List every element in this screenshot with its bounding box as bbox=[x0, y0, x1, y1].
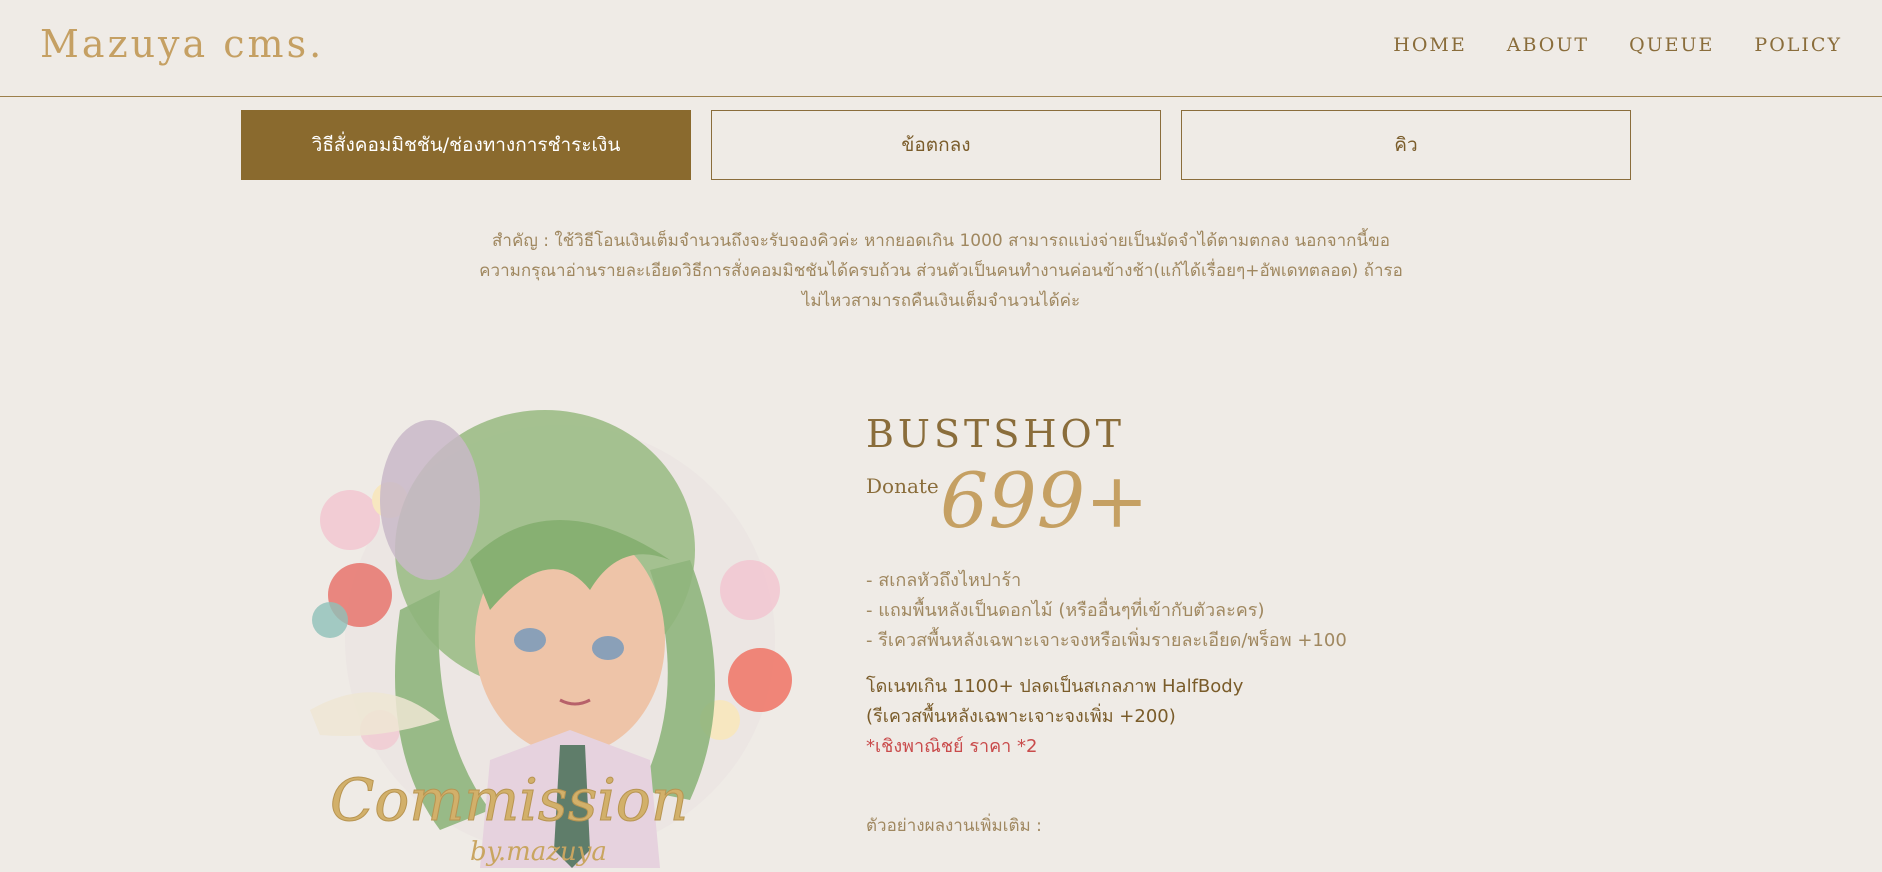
feature-item: - แถมพื้นหลังเป็นดอกไม้ (หรืออื่นๆที่เข้… bbox=[866, 600, 1265, 621]
site-logo[interactable]: Mazuya cms. bbox=[40, 22, 324, 66]
signature-subtext: by.mazuya bbox=[470, 837, 607, 867]
donate-label: Donate bbox=[866, 474, 939, 498]
product-price: 699+ bbox=[940, 456, 1149, 545]
important-notice: สำคัญ : ใช้วิธีโอนเงินเต็มจำนวนถึงจะรับจ… bbox=[441, 226, 1441, 316]
more-examples-label: ตัวอย่างผลงานเพิ่มเติม : bbox=[866, 816, 1042, 836]
tab-bar: วิธีสั่งคอมมิชชัน/ช่องทางการชำระเงิน ข้อ… bbox=[241, 110, 1631, 180]
signature-text: Commission bbox=[330, 766, 688, 834]
artwork-illustration: Commission by.mazuya bbox=[310, 410, 792, 868]
notice-line: ความกรุณาอ่านรายละเอียดวิธีการสั่งคอมมิช… bbox=[479, 261, 1403, 281]
nav-home[interactable]: HOME bbox=[1393, 34, 1466, 56]
nav-policy[interactable]: POLICY bbox=[1754, 34, 1842, 56]
nav-about[interactable]: ABOUT bbox=[1507, 34, 1589, 56]
tab-queue[interactable]: คิว bbox=[1181, 110, 1631, 180]
feature-list: - สเกลหัวถึงไหปาร้า - แถมพื้นหลังเป็นดอก… bbox=[866, 566, 1347, 656]
site-header: Mazuya cms. HOME ABOUT QUEUE POLICY bbox=[0, 0, 1882, 97]
upgrade-info: โดเนทเกิน 1100+ ปลดเป็นสเกลภาพ HalfBody … bbox=[866, 672, 1243, 762]
notice-line: ไม่ไหวสามารถคืนเงินเต็มจำนวนได้ค่ะ bbox=[801, 291, 1081, 311]
tab-agreement[interactable]: ข้อตกลง bbox=[711, 110, 1161, 180]
feature-item: - รีเควสพื้นหลังเฉพาะเจาะจงหรือเพิ่มรายล… bbox=[866, 630, 1347, 651]
bustshot-sample-artwork: Commission by.mazuya bbox=[290, 390, 830, 868]
product-title: BUSTSHOT bbox=[866, 412, 1125, 456]
upgrade-line: (รีเควสพื้นหลังเฉพาะเจาะจงเพิ่ม +200) bbox=[866, 706, 1176, 727]
main-nav: HOME ABOUT QUEUE POLICY bbox=[1393, 34, 1842, 56]
tab-how-to-order[interactable]: วิธีสั่งคอมมิชชัน/ช่องทางการชำระเงิน bbox=[241, 110, 691, 180]
notice-line: สำคัญ : ใช้วิธีโอนเงินเต็มจำนวนถึงจะรับจ… bbox=[492, 231, 1390, 251]
commercial-price-note: *เชิงพาณิชย์ ราคา *2 bbox=[866, 736, 1038, 757]
upgrade-line: โดเนทเกิน 1100+ ปลดเป็นสเกลภาพ HalfBody bbox=[866, 676, 1244, 697]
feature-item: - สเกลหัวถึงไหปาร้า bbox=[866, 570, 1022, 591]
nav-queue[interactable]: QUEUE bbox=[1629, 34, 1714, 56]
